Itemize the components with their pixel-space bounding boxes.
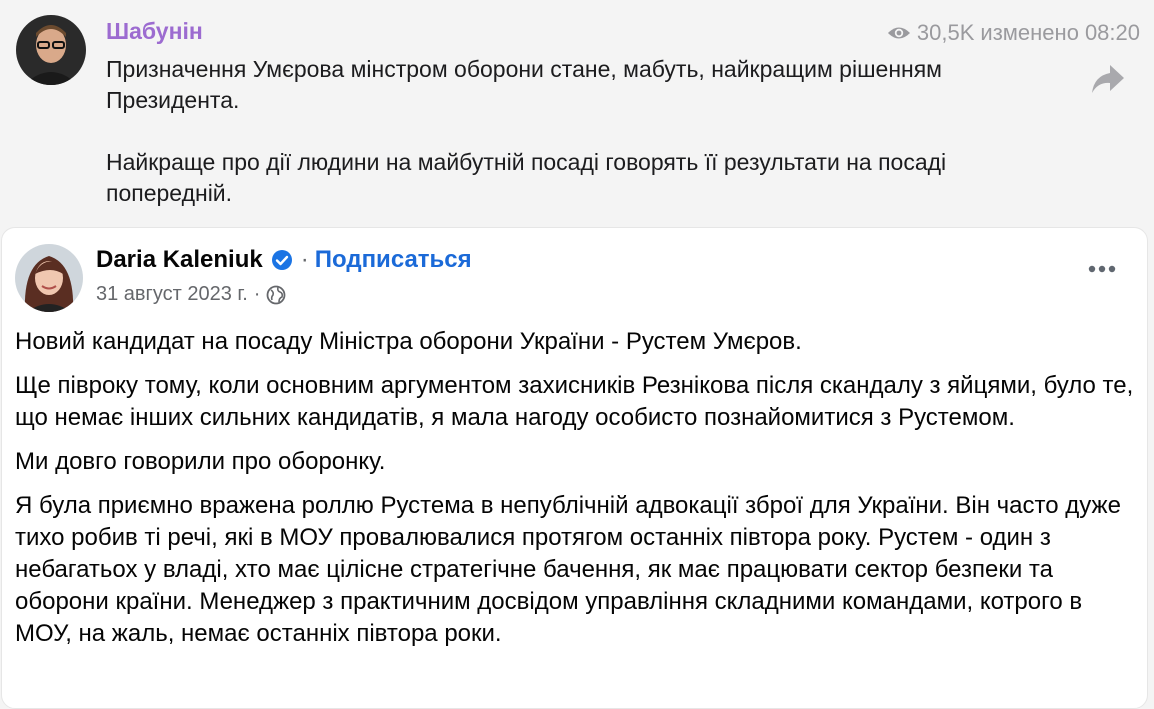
- separator-dot: ·: [300, 246, 309, 273]
- message-meta: 30,5K изменено 08:20: [887, 20, 1140, 46]
- author-avatar[interactable]: [16, 15, 86, 85]
- more-options-icon[interactable]: [1087, 264, 1117, 274]
- telegram-author-name[interactable]: Шабунін: [106, 18, 203, 45]
- post-author-avatar[interactable]: [15, 244, 83, 312]
- follow-button[interactable]: Подписаться: [315, 246, 472, 274]
- telegram-message: Шабунін 30,5K изменено 08:20 Призначення…: [0, 0, 1154, 222]
- message-text: Призначення Умєрова мінстром оборони ста…: [106, 54, 1026, 209]
- post-author-name[interactable]: Daria Kaleniuk: [96, 246, 263, 274]
- post-date[interactable]: 31 август 2023 г.: [96, 283, 248, 306]
- message-paragraph: Призначення Умєрова мінстром оборони ста…: [106, 56, 942, 113]
- share-arrow-icon[interactable]: [1090, 62, 1126, 96]
- verified-badge-icon: [271, 250, 292, 270]
- post-body: Новий кандидат на посаду Міністра оборон…: [15, 326, 1145, 662]
- globe-icon: [267, 285, 286, 304]
- message-time: 08:20: [1084, 20, 1140, 45]
- post-paragraph: Ми довго говорили про оборонку.: [15, 448, 386, 475]
- edited-label: изменено: [980, 20, 1079, 45]
- view-count: 30,5K: [916, 20, 975, 45]
- post-date-row: 31 август 2023 г. ·: [96, 283, 286, 306]
- date-separator: ·: [253, 283, 261, 305]
- post-paragraph: Ще півроку тому, коли основним аргументо…: [15, 372, 1134, 431]
- eye-icon: [887, 27, 910, 39]
- post-paragraph: Новий кандидат на посаду Міністра оборон…: [15, 328, 802, 355]
- message-paragraph: Найкраще про дії людини на майбутній пос…: [106, 149, 947, 206]
- embedded-facebook-post: Daria Kaleniuk · Подписаться 31 август 2…: [1, 227, 1148, 709]
- post-paragraph: Я була приємно вражена роллю Рустема в н…: [15, 492, 1121, 647]
- post-header: Daria Kaleniuk · Подписаться: [96, 246, 472, 274]
